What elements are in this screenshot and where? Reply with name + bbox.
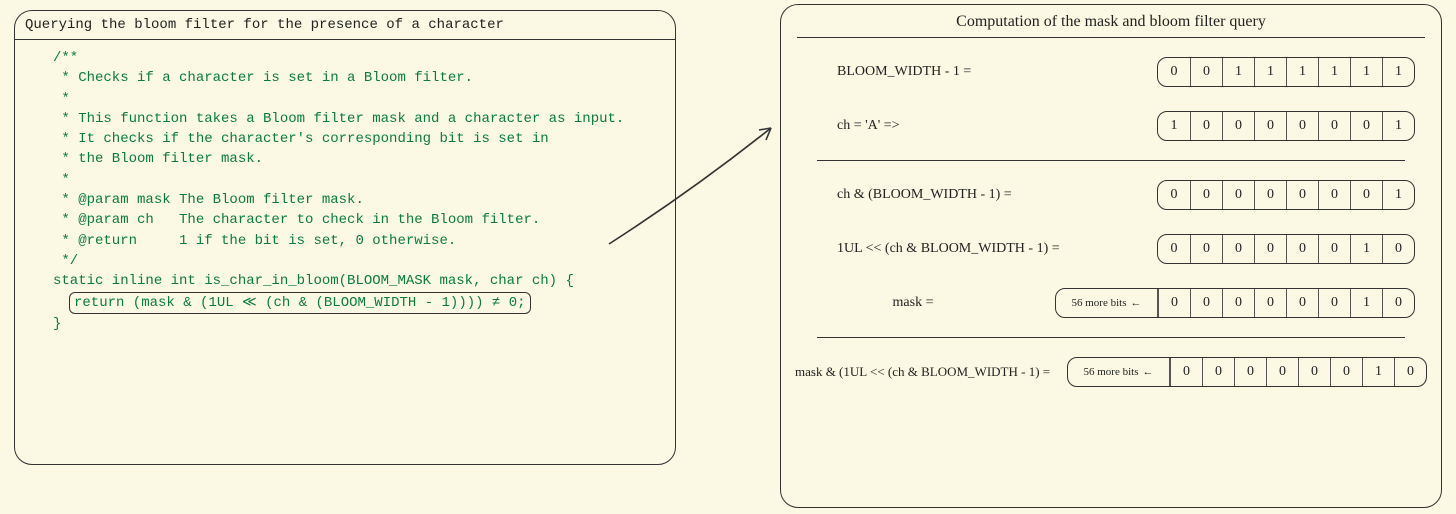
bit-cell: 0 — [1234, 358, 1266, 386]
bit-cell: 0 — [1318, 181, 1350, 209]
bit-strip: 56 more bits ← 0 0 0 0 0 0 1 0 — [1055, 288, 1415, 318]
code-line-highlighted: return (mask & (1UL ≪ (ch & (BLOOM_WIDTH… — [69, 292, 531, 314]
code-line: * the Bloom filter mask. — [53, 151, 263, 167]
bit-cell: 0 — [1350, 112, 1382, 140]
bit-cell: 0 — [1190, 181, 1222, 209]
row-label: ch = 'A' => — [781, 118, 1157, 134]
code-line: */ — [53, 253, 78, 269]
bit-cell: 0 — [1190, 235, 1222, 263]
bit-row-ch: ch = 'A' => 1 0 0 0 0 0 0 1 — [781, 106, 1441, 146]
bit-cell: 0 — [1158, 289, 1190, 317]
more-bits-label: 56 more bits — [1072, 297, 1127, 309]
code-block: /** * Checks if a character is set in a … — [15, 48, 675, 334]
bit-cell: 0 — [1254, 235, 1286, 263]
bit-cell: 0 — [1318, 112, 1350, 140]
row-label: ch & (BLOOM_WIDTH - 1) = — [781, 187, 1157, 203]
bit-cell: 0 — [1190, 289, 1222, 317]
bit-cell: 0 — [1286, 181, 1318, 209]
bit-cell: 0 — [1394, 358, 1426, 386]
computation-panel-title: Computation of the mask and bloom filter… — [797, 13, 1425, 38]
bit-cell: 0 — [1158, 58, 1190, 86]
bit-cell: 1 — [1350, 58, 1382, 86]
row-label: mask & (1UL << (ch & BLOOM_WIDTH - 1) = — [781, 364, 1067, 380]
bit-cell: 0 — [1350, 181, 1382, 209]
more-bits-cell: 56 more bits ← — [1056, 289, 1158, 317]
code-line: * — [53, 91, 70, 107]
bit-cell: 0 — [1170, 358, 1202, 386]
bit-row-shift: 1UL << (ch & BLOOM_WIDTH - 1) = 0 0 0 0 … — [781, 229, 1441, 269]
bit-strip: 1 0 0 0 0 0 0 1 — [1157, 111, 1415, 141]
arrow-left-icon: ← — [1143, 366, 1154, 378]
bit-cell: 0 — [1158, 181, 1190, 209]
bit-cell: 0 — [1286, 112, 1318, 140]
bit-cell: 0 — [1382, 289, 1414, 317]
bit-cell: 0 — [1158, 235, 1190, 263]
bit-cell: 1 — [1350, 289, 1382, 317]
row-label: mask = — [781, 295, 1055, 311]
divider-line — [817, 160, 1405, 161]
code-line: * Checks if a character is set in a Bloo… — [53, 70, 473, 86]
bit-cell: 1 — [1254, 58, 1286, 86]
more-bits-cell: 56 more bits ← — [1068, 358, 1170, 386]
bit-strip: 0 0 1 1 1 1 1 1 — [1157, 57, 1415, 87]
bit-cell: 0 — [1318, 235, 1350, 263]
bit-cell: 0 — [1254, 112, 1286, 140]
code-line: } — [53, 316, 61, 332]
bit-cell: 1 — [1362, 358, 1394, 386]
bit-cell: 0 — [1266, 358, 1298, 386]
code-line: static inline int is_char_in_bloom(BLOOM… — [53, 273, 574, 289]
divider-line — [817, 337, 1405, 338]
bit-row-result: mask & (1UL << (ch & BLOOM_WIDTH - 1) = … — [781, 352, 1441, 392]
code-line: * — [53, 172, 70, 188]
bit-cell: 0 — [1286, 235, 1318, 263]
bit-cell: 0 — [1254, 289, 1286, 317]
code-line: * @return 1 if the bit is set, 0 otherwi… — [53, 233, 456, 249]
row-label: BLOOM_WIDTH - 1 = — [781, 64, 1157, 80]
code-line: /** — [53, 50, 78, 66]
bit-row-and: ch & (BLOOM_WIDTH - 1) = 0 0 0 0 0 0 0 1 — [781, 175, 1441, 215]
bit-cell: 1 — [1382, 181, 1414, 209]
bit-cell: 0 — [1202, 358, 1234, 386]
bit-cell: 1 — [1318, 58, 1350, 86]
bit-cell: 0 — [1222, 181, 1254, 209]
bit-cell: 0 — [1222, 112, 1254, 140]
bit-cell: 0 — [1382, 235, 1414, 263]
bit-cell: 1 — [1382, 112, 1414, 140]
bit-row-mask: mask = 56 more bits ← 0 0 0 0 0 0 1 0 — [781, 283, 1441, 323]
bit-cell: 0 — [1222, 235, 1254, 263]
bit-cell: 1 — [1382, 58, 1414, 86]
bit-cell: 1 — [1222, 58, 1254, 86]
bit-cell: 0 — [1190, 58, 1222, 86]
code-line: * This function takes a Bloom filter mas… — [53, 111, 624, 127]
arrow-left-icon: ← — [1131, 297, 1142, 309]
code-line: * It checks if the character's correspon… — [53, 131, 549, 147]
bit-row-bloom-width: BLOOM_WIDTH - 1 = 0 0 1 1 1 1 1 1 — [781, 52, 1441, 92]
bit-cell: 0 — [1222, 289, 1254, 317]
bit-cell: 1 — [1350, 235, 1382, 263]
bit-cell: 0 — [1318, 289, 1350, 317]
bit-cell: 1 — [1158, 112, 1190, 140]
bit-strip: 0 0 0 0 0 0 1 0 — [1157, 234, 1415, 264]
bit-cell: 0 — [1330, 358, 1362, 386]
bit-cell: 0 — [1190, 112, 1222, 140]
bit-cell: 0 — [1254, 181, 1286, 209]
row-label: 1UL << (ch & BLOOM_WIDTH - 1) = — [781, 241, 1157, 257]
code-line: * @param mask The Bloom filter mask. — [53, 192, 364, 208]
bit-cell: 1 — [1286, 58, 1318, 86]
computation-panel: Computation of the mask and bloom filter… — [780, 4, 1442, 508]
bit-strip: 0 0 0 0 0 0 0 1 — [1157, 180, 1415, 210]
code-line: * @param ch The character to check in th… — [53, 212, 540, 228]
bit-cell: 0 — [1298, 358, 1330, 386]
code-panel: Querying the bloom filter for the presen… — [14, 10, 676, 465]
bit-strip: 56 more bits ← 0 0 0 0 0 0 1 0 — [1067, 357, 1427, 387]
code-panel-title: Querying the bloom filter for the presen… — [15, 17, 675, 40]
bit-cell: 0 — [1286, 289, 1318, 317]
more-bits-label: 56 more bits — [1084, 366, 1139, 378]
